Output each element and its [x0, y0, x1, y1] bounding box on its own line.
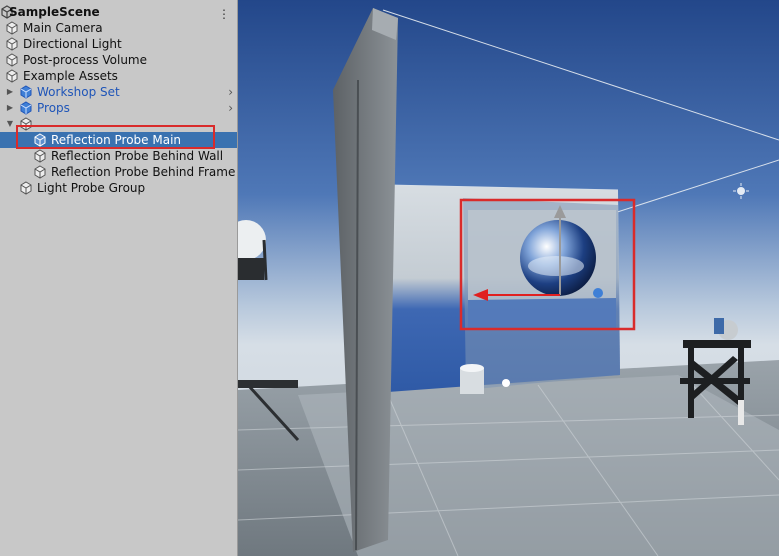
hierarchy-item-reflection-probe-behind-wall[interactable]: Reflection Probe Behind Wall	[0, 148, 237, 164]
hierarchy-item-reflection-probe-behind-frame[interactable]: Reflection Probe Behind Frame	[0, 164, 237, 180]
gameobject-icon	[6, 53, 18, 67]
hierarchy-item-label: Reflection Probe Behind Wall	[51, 149, 224, 163]
chevron-right-icon[interactable]: ›	[228, 84, 233, 100]
hierarchy-item-props[interactable]: ▶ Props ›	[0, 100, 237, 116]
hierarchy-item-post-process-volume[interactable]: Post-process Volume	[0, 52, 237, 68]
hierarchy-item-label: Example Assets	[23, 69, 118, 83]
scene-header[interactable]: SampleScene ⋮	[0, 4, 237, 21]
scene-viewport-render	[238, 0, 779, 556]
collapse-arrow-icon[interactable]: ▼	[5, 116, 15, 132]
expand-arrow-icon[interactable]: ▶	[5, 84, 15, 100]
hierarchy-item-label: Directional Light	[23, 37, 122, 51]
hierarchy-panel: SampleScene ⋮ Main Camera Directional Li…	[0, 0, 238, 556]
expand-arrow-icon[interactable]: ▶	[5, 100, 15, 116]
hierarchy-item-example-assets[interactable]: Example Assets	[0, 68, 237, 84]
prefab-icon	[20, 85, 32, 99]
hierarchy-item-label: Workshop Set	[37, 85, 120, 99]
gameobject-icon	[6, 69, 18, 83]
hierarchy-item-label: Main Camera	[23, 21, 103, 35]
hierarchy-item-label: Post-process Volume	[23, 53, 147, 67]
hierarchy-item-label: Props	[37, 101, 70, 115]
gameobject-icon	[34, 149, 46, 163]
hierarchy-item-workshop-set[interactable]: ▶ Workshop Set ›	[0, 84, 237, 100]
hierarchy-item-light-probe-group[interactable]: Light Probe Group	[0, 180, 237, 196]
gameobject-icon	[34, 165, 46, 179]
highlight-box	[16, 125, 215, 149]
hierarchy-item-directional-light[interactable]: Directional Light	[0, 36, 237, 52]
scene-name: SampleScene	[9, 5, 100, 19]
chevron-right-icon[interactable]: ›	[228, 100, 233, 116]
prefab-icon	[20, 101, 32, 115]
hierarchy-item-label: Reflection Probe Behind Frame	[51, 165, 236, 179]
scene-view[interactable]	[238, 0, 779, 556]
gameobject-icon	[6, 21, 18, 35]
gameobject-icon	[6, 37, 18, 51]
gameobject-icon	[20, 181, 32, 195]
hierarchy-item-label: Light Probe Group	[37, 181, 146, 195]
hierarchy-item-main-camera[interactable]: Main Camera	[0, 20, 237, 36]
